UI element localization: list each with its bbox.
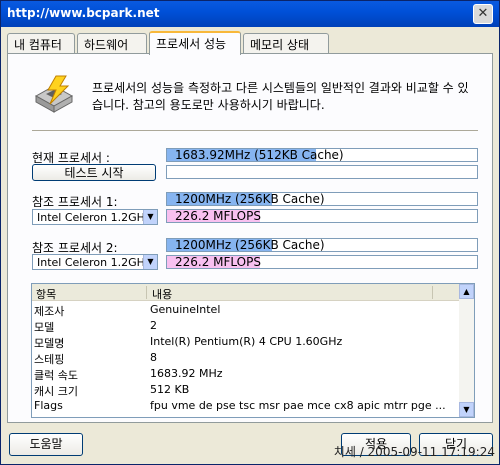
item-key: 제조사 <box>34 305 65 318</box>
reference-processor-1-label: 참조 프로세서 1: <box>32 195 118 209</box>
item-key: 모델 <box>34 321 55 334</box>
current-processor-bar: 1683.92MHz (512KB Cache) <box>166 148 478 162</box>
reference-1-select[interactable]: Intel Celeron 1.2GHz ▼ <box>32 209 158 225</box>
reference-1-mhz-text: 1200MHz (256KB Cache) <box>175 192 325 206</box>
chevron-down-icon[interactable]: ▼ <box>143 255 157 269</box>
reference-2-mflops-text: 226.2 MFLOPS <box>175 255 261 269</box>
item-value: fpu vme de pse tsc msr pae mce cx8 apic … <box>150 399 446 412</box>
tab-hardware[interactable]: 하드웨어 <box>77 33 147 53</box>
help-button[interactable]: 도움말 <box>9 433 83 456</box>
current-processor-bar-text: 1683.92MHz (512KB Cache) <box>175 148 344 162</box>
processor-performance-icon <box>34 75 74 113</box>
scroll-up-icon[interactable]: ▲ <box>459 284 474 299</box>
column-header-content[interactable]: 내용 <box>152 286 172 302</box>
tab-my-computer[interactable]: 내 컴퓨터 <box>7 33 75 53</box>
reference-1-mhz-bar: 1200MHz (256KB Cache) <box>166 192 478 206</box>
reference-1-mflops-text: 226.2 MFLOPS <box>175 209 261 223</box>
app-window: http://www.bcpark.net ✕ 내 컴퓨터 하드웨어 프로세서 … <box>0 0 500 465</box>
reference-2-mhz-text: 1200MHz (256KB Cache) <box>175 238 325 252</box>
list-item[interactable]: 모델명 Intel(R) Pentium(R) 4 CPU 1.60GHz <box>32 335 460 350</box>
scroll-down-icon[interactable]: ▼ <box>459 402 474 417</box>
description-text: 프로세서의 성능을 측정하고 다른 시스템들의 일반적인 결과와 비교할 수 있… <box>92 81 469 112</box>
tab-processor-performance[interactable]: 프로세서 성능 <box>149 31 241 55</box>
item-value: GenuineIntel <box>150 303 221 316</box>
reference-2-mflops-bar: 226.2 MFLOPS <box>166 255 478 269</box>
column-divider[interactable] <box>146 286 147 299</box>
list-item[interactable]: Flags fpu vme de pse tsc msr pae mce cx8… <box>32 399 460 414</box>
list-header: 항목 내용 <box>32 284 460 301</box>
list-item[interactable]: 모델 2 <box>32 319 460 334</box>
reference-1-mflops-bar: 226.2 MFLOPS <box>166 209 478 223</box>
processor-details-list[interactable]: 항목 내용 제조사 GenuineIntel 모델 2 모델명 Intel(R)… <box>31 283 475 418</box>
item-key: 모델명 <box>34 337 65 350</box>
close-window-button[interactable]: ✕ <box>473 4 493 24</box>
list-item[interactable]: 스테핑 8 <box>32 351 460 366</box>
item-value: 1683.92 MHz <box>150 367 223 380</box>
title-bar[interactable]: http://www.bcpark.net ✕ <box>1 1 499 27</box>
item-key: Flags <box>34 399 63 412</box>
item-value: 512 KB <box>150 383 190 396</box>
item-key: 클럭 속도 <box>34 369 78 382</box>
window-title: http://www.bcpark.net <box>7 6 160 20</box>
reference-2-select-value: Intel Celeron 1.2GHz <box>37 256 147 269</box>
item-value: 8 <box>150 351 157 364</box>
start-test-button[interactable]: 테스트 시작 <box>32 164 156 181</box>
chevron-down-icon[interactable]: ▼ <box>143 210 157 224</box>
item-value: Intel(R) Pentium(R) 4 CPU 1.60GHz <box>150 335 343 348</box>
column-header-item[interactable]: 항목 <box>36 286 56 302</box>
vertical-scrollbar[interactable]: ▲ ▼ <box>459 284 474 417</box>
tab-memory-status[interactable]: 메모리 상태 <box>243 33 329 53</box>
reference-2-mhz-bar: 1200MHz (256KB Cache) <box>166 238 478 252</box>
tab-panel: 프로세서의 성능을 측정하고 다른 시스템들의 일반적인 결과와 비교할 수 있… <box>7 53 493 423</box>
current-processor-mflops-bar <box>166 165 478 179</box>
item-key: 캐시 크기 <box>34 385 78 398</box>
list-item[interactable]: 클럭 속도 1683.92 MHz <box>32 367 460 382</box>
list-item[interactable]: 캐시 크기 512 KB <box>32 383 460 398</box>
item-value: 2 <box>150 319 157 332</box>
reference-2-select[interactable]: Intel Celeron 1.2GHz ▼ <box>32 254 158 270</box>
reference-1-select-value: Intel Celeron 1.2GHz <box>37 211 147 224</box>
divider <box>32 130 478 131</box>
column-divider[interactable] <box>432 286 433 299</box>
list-item[interactable]: 제조사 GenuineIntel <box>32 303 460 318</box>
item-key: 스테핑 <box>34 353 65 366</box>
watermark-text: 치세 / 2005-09-11 17:19:24 <box>333 445 495 459</box>
